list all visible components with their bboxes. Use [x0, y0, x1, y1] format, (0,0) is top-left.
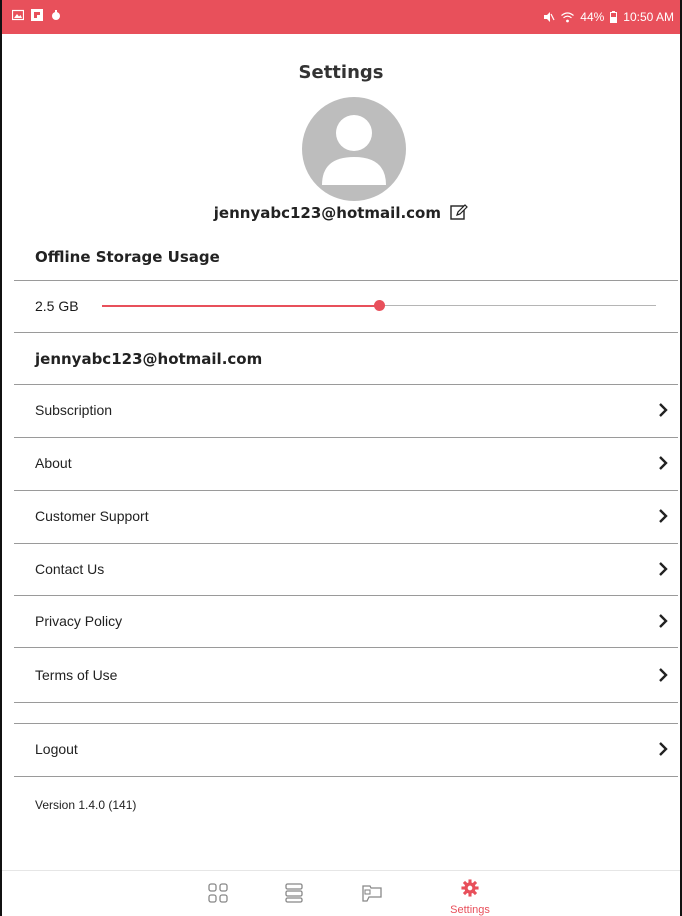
chevron-right-icon: [659, 614, 668, 628]
divider: [14, 647, 678, 648]
edit-icon[interactable]: [450, 204, 469, 220]
chevron-right-icon: [659, 509, 668, 523]
battery-icon: [610, 11, 618, 23]
storage-slider[interactable]: [102, 300, 656, 311]
tab-library[interactable]: [352, 871, 392, 916]
wifi-icon: [561, 11, 575, 22]
notification-icon: [52, 10, 60, 20]
logout-button[interactable]: Logout: [2, 724, 680, 776]
menu-item-label: Subscription: [35, 402, 113, 418]
storage-section-title: Offline Storage Usage: [35, 248, 220, 266]
menu-item-about[interactable]: About: [2, 438, 680, 490]
storage-value: 2.5 GB: [35, 298, 79, 314]
user-silhouette-icon: [322, 115, 386, 185]
library-icon: [362, 885, 382, 902]
flipboard-icon: [31, 9, 43, 21]
chevron-right-icon: [659, 562, 668, 576]
status-left-icons: [12, 9, 62, 21]
menu-item-contact-us[interactable]: Contact Us: [2, 544, 680, 596]
gallery-icon: [12, 9, 24, 21]
storage-usage-row: 2.5 GB: [2, 280, 680, 332]
clock: 10:50 AM: [623, 10, 674, 24]
storage-slider-fill: [102, 304, 379, 307]
menu-item-privacy-policy[interactable]: Privacy Policy: [2, 596, 680, 648]
menu-item-terms-of-use[interactable]: Terms of Use: [2, 650, 680, 702]
menu-item-label: Privacy Policy: [35, 613, 123, 629]
gear-icon: [461, 879, 479, 897]
avatar[interactable]: [302, 97, 406, 201]
menu-item-label: Contact Us: [35, 561, 105, 577]
chevron-right-icon: [659, 456, 668, 470]
divider: [14, 332, 678, 333]
bottom-tab-bar: Settings: [2, 870, 680, 916]
tab-settings-label: Settings: [450, 904, 490, 916]
divider: [14, 776, 678, 777]
profile-email: jennyabc123@hotmail.com: [2, 204, 680, 222]
menu-item-label: Terms of Use: [35, 667, 118, 683]
battery-percent: 44%: [580, 10, 605, 24]
menu-item-subscription[interactable]: Subscription: [2, 385, 680, 437]
tab-grid[interactable]: [198, 871, 238, 916]
page-title: Settings: [298, 62, 384, 83]
profile-email-text: jennyabc123@hotmail.com: [213, 204, 441, 222]
app-frame: 44% 10:50 AM Settings jennyabc123@hotmai…: [0, 0, 682, 916]
chevron-right-icon: [659, 668, 668, 682]
chevron-right-icon: [659, 742, 668, 756]
mute-icon: [544, 12, 555, 22]
status-right-icons: 44% 10:50 AM: [543, 10, 674, 24]
list-icon: [285, 883, 303, 903]
status-bar: 44% 10:50 AM: [2, 0, 680, 34]
tab-list[interactable]: [274, 871, 314, 916]
chevron-right-icon: [659, 403, 668, 417]
version-label: Version 1.4.0 (141): [35, 798, 137, 812]
logout-label: Logout: [35, 741, 78, 757]
account-email: jennyabc123@hotmail.com: [35, 350, 263, 368]
menu-item-label: About: [35, 455, 72, 471]
tab-settings[interactable]: Settings: [442, 871, 498, 916]
grid-icon: [208, 883, 228, 903]
menu-item-label: Customer Support: [35, 508, 149, 524]
storage-slider-thumb[interactable]: [374, 300, 385, 311]
menu-item-customer-support[interactable]: Customer Support: [2, 491, 680, 543]
divider: [14, 702, 678, 703]
